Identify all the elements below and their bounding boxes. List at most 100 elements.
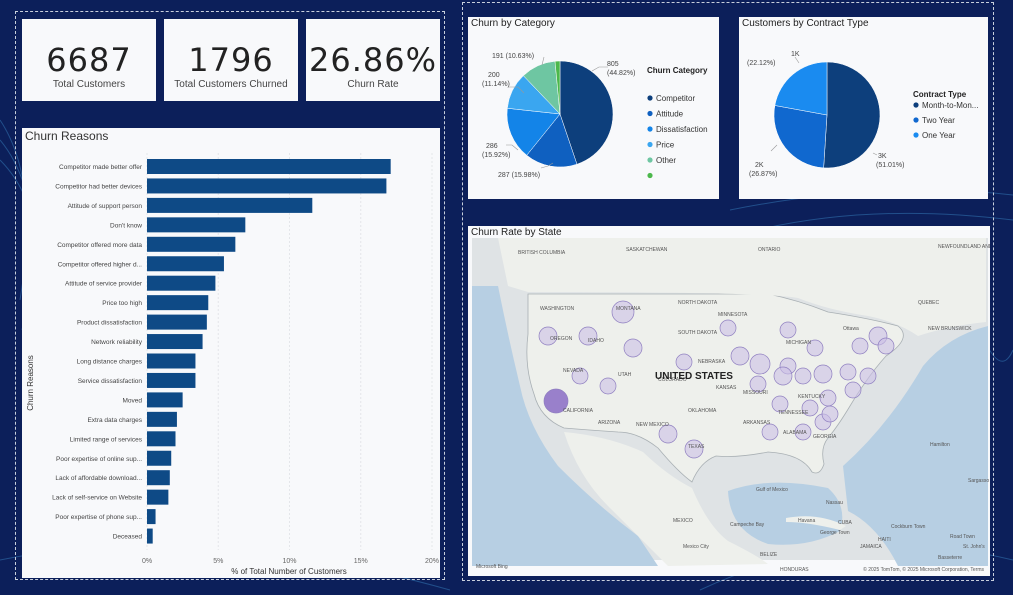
map-place-label: Hamilton [930,442,950,448]
state-bubble[interactable] [761,423,779,441]
map-place-label: CALIFORNIA [563,408,594,414]
legend-item[interactable]: One Year [922,131,956,140]
pie-label-price-pct: (11.14%) [482,81,510,88]
state-bubble[interactable] [623,338,643,358]
state-bubble[interactable] [844,381,862,399]
map-attribution: © 2025 TomTom, © 2025 Microsoft Corporat… [863,566,984,573]
category-label: Price too high [102,300,142,307]
map-place-label: MISSOURI [743,390,768,396]
bar[interactable] [147,334,203,350]
state-bubble[interactable] [821,405,839,423]
map-place-label: CUBA [838,520,853,526]
map-place-label: ALABAMA [783,430,807,436]
bar[interactable] [147,256,224,272]
category-label: Lack of affordable download... [55,475,142,482]
pie-slice[interactable] [823,61,881,169]
state-bubble[interactable] [773,366,793,386]
state-bubble[interactable] [813,364,833,384]
map-place-label: TENNESSEE [778,410,809,416]
bar[interactable] [147,275,216,291]
kpi-label: Total Customers Churned [174,79,288,90]
legend-item[interactable]: Price [656,141,675,150]
state-bubble[interactable] [794,367,812,385]
category-label: Competitor had better devices [55,183,142,190]
map-place-label: NEWFOUNDLAND AND LABRADOR [938,244,990,250]
state-bubble[interactable] [779,321,797,339]
map-place-label: MINNESOTA [718,312,748,318]
bar[interactable] [147,236,236,252]
category-label: Moved [122,397,142,404]
legend-item[interactable]: Two Year [922,116,955,125]
churn-reasons-visual[interactable]: Churn Reasons Churn Reasons % of Total N… [22,128,440,578]
pie-label-other: 191 (10.63%) [492,53,534,60]
churn-reasons-chart[interactable]: Churn Reasons % of Total Number of Custo… [22,128,440,578]
pie-slice[interactable] [773,105,828,169]
x-axis-title: % of Total Number of Customers [231,567,346,576]
state-bubble[interactable] [859,367,877,385]
bar[interactable] [147,159,391,174]
bar[interactable] [147,528,153,544]
churn-by-category-visual[interactable]: Churn by Category 805 (44.82%) 287 (15.9… [468,17,719,199]
map-place-label: KANSAS [716,385,737,391]
legend-item[interactable]: Attitude [656,110,684,119]
churn-by-category-chart[interactable]: 805 (44.82%) 287 (15.98%) 286 (15.92%) 2… [468,17,719,199]
legend-marker [647,157,653,163]
state-bubble[interactable] [719,319,737,337]
pie-label-month: 3K [878,153,887,160]
category-label: Long distance charges [77,359,143,366]
map-place-label: HAITI [878,537,891,543]
bar[interactable] [147,197,313,213]
legend-item[interactable]: Dissatisfaction [656,125,708,134]
bar[interactable] [147,489,169,505]
bar[interactable] [147,431,176,447]
category-label: Competitor made better offer [59,164,143,171]
bar[interactable] [147,314,207,330]
legend-marker [647,110,653,117]
kpi-label: Churn Rate [347,79,399,90]
map-place-label: HONDURAS [780,567,809,573]
pie-slice[interactable] [774,61,828,116]
bar[interactable] [147,470,170,486]
map-layer[interactable]: SASKATCHEWAN ONTARIO BRITISH COLUMBIA NEWFO… [468,226,990,576]
state-bubble[interactable] [730,346,750,366]
bar[interactable] [147,450,172,466]
map-place-label: OKLAHOMA [688,408,717,414]
map-place-label: Campeche Bay [730,522,765,528]
bar[interactable] [147,509,156,525]
legend-item[interactable]: Competitor [656,94,695,103]
map-place-label: SASKATCHEWAN [626,247,668,253]
bar[interactable] [147,353,196,369]
state-bubble[interactable] [599,377,617,395]
bar[interactable] [147,411,177,427]
map-place-label: Road Town [950,534,975,540]
legend-marker [647,172,653,179]
legend-item[interactable]: Other [656,156,676,165]
pie-label-competitor-pct: (44.82%) [607,70,635,77]
state-bubble[interactable] [839,363,857,381]
state-bubble[interactable] [851,337,869,355]
contract-type-visual[interactable]: Customers by Contract Type 3K (51.01%) 2… [739,17,988,199]
churn-by-state-map-visual[interactable]: Churn Rate by State SASKATCHEWAN ONTARIO B… [468,226,990,576]
bar[interactable] [147,392,183,408]
map-place-label: ARIZONA [598,420,621,426]
pie-label-price: 200 [488,72,500,79]
map-place-label: George Town [820,530,850,536]
state-bubble[interactable] [675,353,693,371]
bar[interactable] [147,372,196,388]
bar[interactable] [147,295,209,311]
bar[interactable] [147,178,387,194]
state-bubble[interactable] [749,353,771,375]
map-place-label: NORTH DAKOTA [678,300,718,306]
contract-type-chart[interactable]: 3K (51.01%) 2K (26.87%) 1K (22.12%) Cont… [739,17,988,199]
map-place-label: Cockburn Town [891,524,926,530]
kpi-value: 1796 [188,41,274,79]
state-bubble[interactable] [611,300,635,324]
map-place-label: Gulf of Mexico [756,487,788,493]
bar[interactable] [147,217,246,233]
legend-item[interactable]: Month-to-Mon... [922,101,978,110]
map-place-label: IDAHO [588,338,604,344]
state-bubble[interactable] [877,337,895,355]
map-place-label: St. John's [963,544,985,550]
map-place-label: Mexico City [683,544,709,550]
kpi-value: 26.86% [308,41,437,79]
